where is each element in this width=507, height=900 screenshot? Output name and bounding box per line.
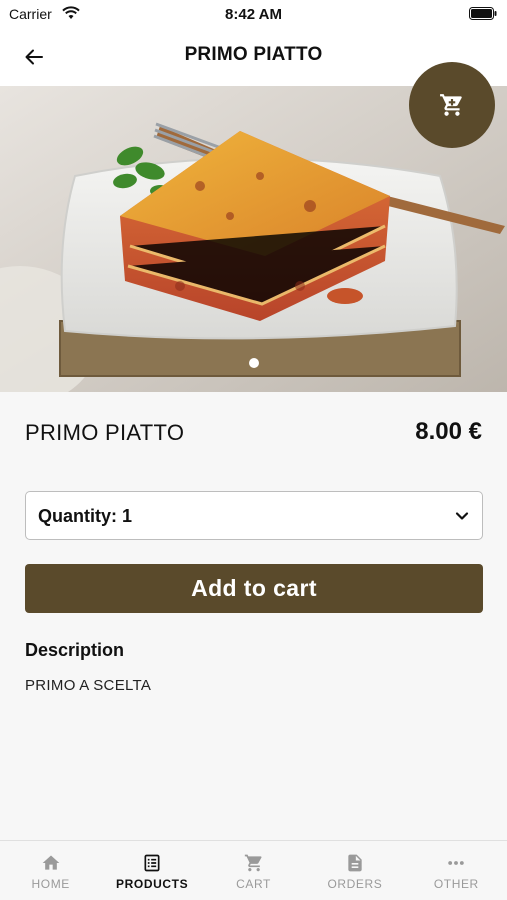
tab-label: CART — [236, 877, 271, 891]
cart-icon — [440, 94, 462, 116]
tab-home[interactable]: HOME — [0, 841, 101, 900]
chevron-down-icon — [455, 512, 469, 520]
tab-bar: HOME PRODUCTS CART ORDERS OTHER — [0, 840, 507, 900]
tab-products[interactable]: PRODUCTS — [101, 841, 202, 900]
tab-label: ORDERS — [327, 877, 383, 891]
product-name: PRIMO PIATTO — [25, 420, 185, 445]
status-bar: Carrier 8:42 AM — [0, 0, 507, 28]
tab-other[interactable]: OTHER — [406, 841, 507, 900]
product-price: 8.00 € — [415, 418, 482, 445]
tab-label: PRODUCTS — [116, 877, 189, 891]
quantity-select[interactable]: Quantity: 1 — [25, 491, 483, 540]
battery-icon — [469, 7, 497, 20]
document-icon — [348, 854, 362, 872]
description-text: PRIMO A SCELTA — [25, 677, 152, 694]
tab-orders[interactable]: ORDERS — [304, 841, 405, 900]
add-to-cart-button[interactable]: Add to cart — [25, 564, 483, 613]
tab-label: OTHER — [433, 877, 479, 891]
pager-dot[interactable] — [249, 358, 259, 368]
list-icon — [144, 854, 160, 872]
cart-button[interactable] — [409, 62, 495, 148]
tab-cart[interactable]: CART — [203, 841, 304, 900]
cart-icon — [244, 854, 262, 872]
tab-label: HOME — [31, 877, 70, 891]
quantity-value: Quantity: 1 — [38, 506, 133, 526]
home-icon — [42, 855, 60, 870]
description-heading: Description — [25, 640, 125, 660]
status-time: 8:42 AM — [225, 6, 282, 23]
more-icon — [448, 861, 465, 865]
page-title: PRIMO PIATTO — [184, 44, 323, 65]
